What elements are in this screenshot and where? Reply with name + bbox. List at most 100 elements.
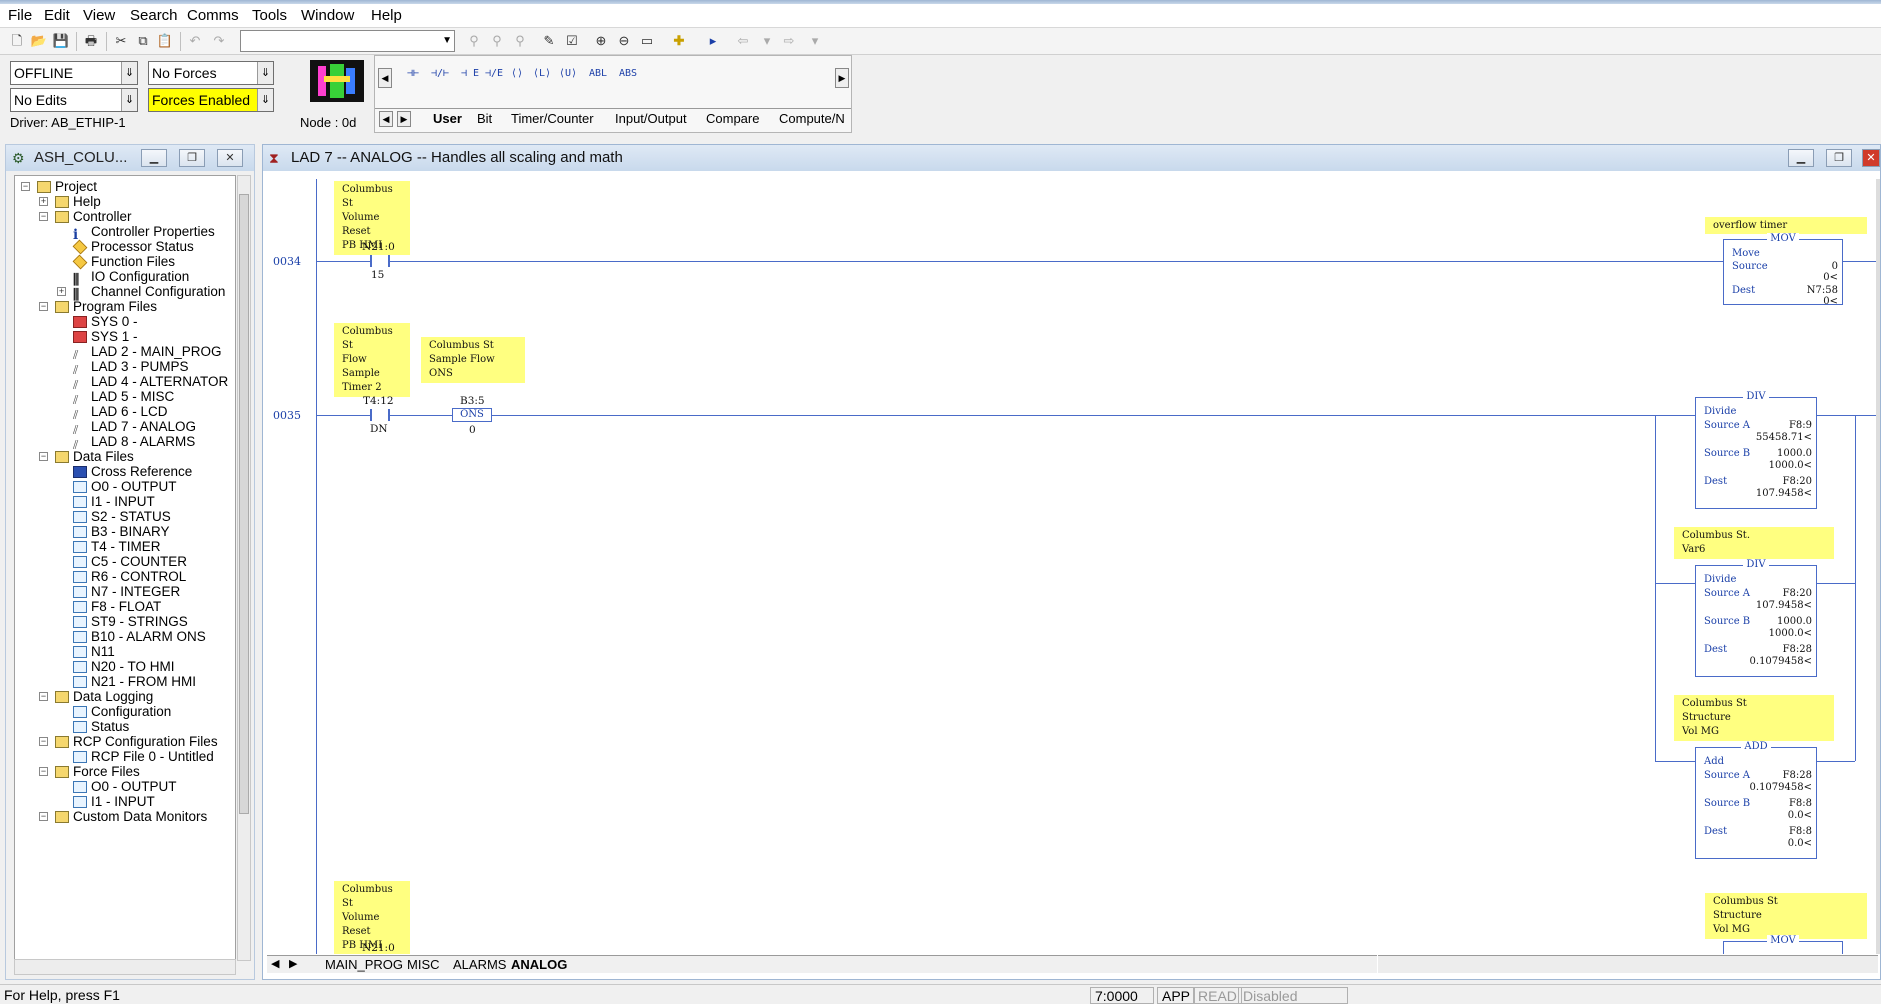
minimize-icon[interactable]: ▁: [1788, 149, 1814, 167]
mov-instruction[interactable]: MOV: [1723, 935, 1843, 954]
forces-dropdown[interactable]: No Forces ⇓: [148, 61, 274, 85]
mov-instruction[interactable]: MOV Move Source 0 0< Dest N7:58 0<: [1723, 233, 1843, 307]
tab-user[interactable]: User: [433, 111, 462, 126]
chevron-down-icon[interactable]: ⇓: [257, 62, 273, 84]
chevron-down-icon[interactable]: ▾: [806, 32, 824, 50]
collapse-icon[interactable]: −: [39, 212, 48, 221]
tab-analog[interactable]: ANALOG: [511, 957, 567, 972]
add-instruction[interactable]: ADD Add Source A F8:28 0.1079458< Source…: [1695, 741, 1817, 859]
tab-scroll-left-icon[interactable]: ◀: [271, 957, 279, 970]
add-icon[interactable]: ✚: [670, 32, 688, 50]
close-icon[interactable]: ✕: [217, 149, 243, 167]
verify-rung-icon[interactable]: ⚲: [465, 32, 483, 50]
chevron-down-icon[interactable]: ⇓: [121, 89, 137, 111]
ladder-horizontal-scrollbar[interactable]: [1378, 955, 1878, 973]
edits-dropdown[interactable]: No Edits ⇓: [10, 88, 138, 112]
palette-scroll-right-icon[interactable]: ▶: [835, 68, 849, 88]
minimize-icon[interactable]: ▁: [141, 149, 167, 167]
forces-enabled-dropdown[interactable]: Forces Enabled ⇓: [148, 88, 274, 112]
back-icon[interactable]: ⇦: [734, 32, 752, 50]
file-icon: [73, 796, 87, 809]
otu-instruction-button[interactable]: ⟨U⟩: [559, 68, 577, 79]
new-file-icon[interactable]: 🗋: [8, 32, 26, 50]
menu-help[interactable]: Help: [371, 7, 402, 24]
cut-icon[interactable]: ✂: [112, 32, 130, 50]
chevron-down-icon[interactable]: ▼: [442, 35, 452, 46]
collapse-icon[interactable]: −: [21, 182, 30, 191]
div-instruction[interactable]: DIV Divide Source A F8:20 107.9458< Sour…: [1695, 559, 1817, 677]
otl-instruction-button[interactable]: ⟨L⟩: [533, 68, 551, 79]
expand-icon[interactable]: +: [57, 287, 66, 296]
collapse-icon[interactable]: −: [39, 302, 48, 311]
copy-icon[interactable]: ⧉: [134, 32, 152, 50]
xic-contact[interactable]: [370, 255, 390, 267]
chevron-down-icon[interactable]: ⇓: [121, 62, 137, 84]
print-icon[interactable]: 🖶: [82, 32, 100, 50]
collapse-icon[interactable]: −: [39, 767, 48, 776]
undo-icon[interactable]: ↶: [186, 32, 204, 50]
branch-instruction-button[interactable]: ⊣ E: [461, 68, 479, 79]
tab-scroll-right-icon[interactable]: ▶: [289, 957, 297, 970]
collapse-icon[interactable]: −: [39, 737, 48, 746]
tab-input-output[interactable]: Input/Output: [615, 111, 687, 126]
abl-instruction-button[interactable]: ABL: [589, 68, 607, 79]
menu-edit[interactable]: Edit: [44, 7, 70, 24]
tab-bit[interactable]: Bit: [477, 111, 492, 126]
verify-file-icon[interactable]: ⚲: [488, 32, 506, 50]
menu-window[interactable]: Window: [301, 7, 354, 24]
full-screen-icon[interactable]: ▭: [638, 32, 656, 50]
tree-item-label: B10 - ALARM ONS: [91, 629, 206, 644]
tab-misc[interactable]: MISC: [407, 957, 440, 972]
tree-horizontal-scrollbar[interactable]: [14, 959, 236, 975]
tree-item[interactable]: Custom Data Monitors: [55, 808, 207, 826]
ote-instruction-button[interactable]: ⟨⟩: [511, 68, 523, 79]
zoom-out-icon[interactable]: ⊖: [615, 32, 633, 50]
tab-main-prog[interactable]: MAIN_PROG: [325, 957, 403, 972]
menu-view[interactable]: View: [83, 7, 115, 24]
zoom-in-icon[interactable]: ⊕: [592, 32, 610, 50]
paste-icon[interactable]: 📋: [156, 32, 174, 50]
search-combo-box[interactable]: ▼: [240, 30, 455, 52]
menu-search[interactable]: Search: [130, 7, 178, 24]
close-icon[interactable]: ✕: [1862, 149, 1880, 167]
collapse-icon[interactable]: −: [39, 812, 48, 821]
tab-compare[interactable]: Compare: [706, 111, 759, 126]
tree-scroll-thumb[interactable]: [239, 194, 249, 814]
chevron-down-icon[interactable]: ⇓: [257, 89, 273, 111]
mode-dropdown[interactable]: OFFLINE ⇓: [10, 61, 138, 85]
xic-contact[interactable]: [370, 409, 390, 421]
menu-tools[interactable]: Tools: [252, 7, 287, 24]
restore-icon[interactable]: ❐: [179, 149, 205, 167]
save-icon[interactable]: 💾: [52, 32, 70, 50]
expand-icon[interactable]: +: [39, 197, 48, 206]
palette-scroll-left-icon[interactable]: ◀: [378, 68, 392, 88]
tab-scroll-left-icon[interactable]: ◀: [379, 111, 393, 127]
menu-file[interactable]: File: [8, 7, 32, 24]
tab-alarms[interactable]: ALARMS: [453, 957, 506, 972]
restore-icon[interactable]: ❐: [1826, 149, 1852, 167]
tab-compute[interactable]: Compute/N: [779, 111, 845, 126]
verify-project-icon[interactable]: ⚲: [511, 32, 529, 50]
collapse-icon[interactable]: −: [39, 452, 48, 461]
branch-level-button[interactable]: ⊣/E: [485, 68, 503, 79]
file-icon: [73, 616, 87, 629]
abs-instruction-button[interactable]: ABS: [619, 68, 637, 79]
chevron-down-icon[interactable]: ▾: [758, 32, 776, 50]
edit-rung-icon[interactable]: ✎: [540, 32, 558, 50]
redo-icon[interactable]: ↷: [210, 32, 228, 50]
accept-edit-icon[interactable]: ☑: [563, 32, 581, 50]
div-instruction[interactable]: DIV Divide Source A F8:9 55458.71< Sourc…: [1695, 391, 1817, 509]
xio-instruction-button[interactable]: ⊣/⊢: [431, 68, 449, 79]
menu-comms[interactable]: Comms: [187, 7, 239, 24]
tab-scroll-right-icon[interactable]: ▶: [397, 111, 411, 127]
ladder-canvas[interactable]: 0034 Columbus St Volume Reset PB HMI N21:0 …: [267, 179, 1877, 954]
open-folder-icon[interactable]: 📂: [30, 32, 48, 50]
run-icon[interactable]: ▸: [704, 32, 722, 50]
forward-icon[interactable]: ⇨: [780, 32, 798, 50]
ladder-vertical-scrollbar[interactable]: [1876, 179, 1880, 954]
tree-vertical-scrollbar[interactable]: [237, 175, 251, 961]
collapse-icon[interactable]: −: [39, 692, 48, 701]
ons-instruction[interactable]: ONS: [452, 408, 492, 422]
xic-instruction-button[interactable]: ⊣⊢: [407, 68, 419, 79]
tab-timer-counter[interactable]: Timer/Counter: [511, 111, 594, 126]
